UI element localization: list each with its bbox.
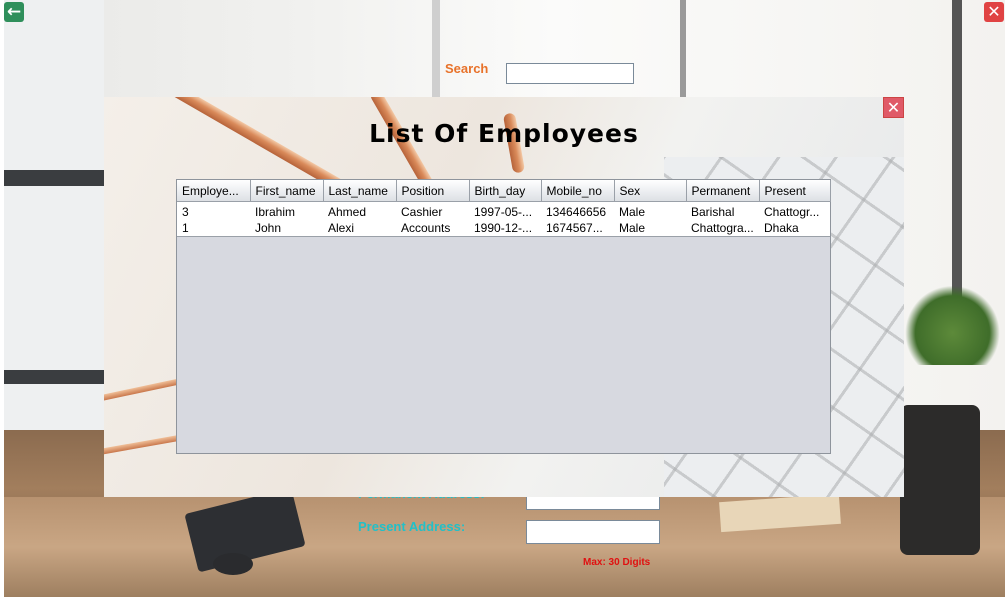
column-header-employee-id[interactable]: Employe...: [177, 180, 251, 202]
present-address-label: Present Address:: [358, 519, 466, 534]
cell-sex[interactable]: Male: [614, 201, 686, 220]
cell-first-name[interactable]: John: [250, 220, 323, 237]
cell-position[interactable]: Accounts: [396, 220, 469, 237]
cell-present[interactable]: Dhaka: [759, 220, 830, 237]
table-header-row: Employe... First_name Last_name Position…: [177, 180, 831, 202]
window-frame: [4, 170, 104, 186]
close-dialog-icon[interactable]: ✕: [883, 97, 904, 118]
cell-permanent[interactable]: Barishal: [686, 201, 759, 220]
dialog-title: List Of Employees: [369, 119, 639, 148]
column-header-present[interactable]: Present: [759, 180, 831, 202]
window-frame: [952, 0, 962, 300]
close-window-icon[interactable]: ✕: [984, 2, 1004, 22]
employee-list-dialog: List Of Employees ✕ Employe... First_nam…: [104, 97, 904, 497]
cell-employee-id[interactable]: 3: [177, 201, 250, 220]
cell-mobile-no[interactable]: 1674567...: [541, 220, 614, 237]
window-frame: [680, 0, 686, 100]
column-header-mobile-no[interactable]: Mobile_no: [541, 180, 615, 202]
cell-last-name[interactable]: Ahmed: [323, 201, 396, 220]
column-header-permanent[interactable]: Permanent: [686, 180, 760, 202]
column-header-last-name[interactable]: Last_name: [323, 180, 397, 202]
cell-employee-id[interactable]: 1: [177, 220, 250, 237]
desk-surface: [4, 497, 1005, 597]
cell-sex[interactable]: Male: [614, 220, 686, 237]
present-address-field[interactable]: [526, 520, 660, 544]
back-arrow-icon[interactable]: ←: [4, 2, 24, 22]
cell-last-name[interactable]: Alexi: [323, 220, 396, 237]
column-header-birth-day[interactable]: Birth_day: [469, 180, 542, 202]
employee-table[interactable]: Employe... First_name Last_name Position…: [176, 179, 831, 454]
column-header-sex[interactable]: Sex: [614, 180, 687, 202]
table-row[interactable]: 3 Ibrahim Ahmed Cashier 1997-05-... 1346…: [177, 201, 830, 220]
cell-position[interactable]: Cashier: [396, 201, 469, 220]
table-row[interactable]: 1 John Alexi Accounts 1990-12-... 167456…: [177, 220, 830, 237]
pen-photo: [104, 377, 184, 403]
cell-birth-day[interactable]: 1997-05-...: [469, 201, 541, 220]
window-frame: [432, 0, 440, 100]
plant-photo: [905, 285, 1000, 365]
cell-birth-day[interactable]: 1990-12-...: [469, 220, 541, 237]
search-input[interactable]: [506, 63, 634, 84]
pen-photo: [104, 434, 184, 456]
cell-mobile-no[interactable]: 134646656: [541, 201, 614, 220]
cell-permanent[interactable]: Chattogra...: [686, 220, 759, 237]
mouse-photo: [213, 553, 253, 575]
chair-photo: [900, 405, 980, 555]
search-label: Search: [445, 61, 489, 76]
window-frame: [4, 370, 104, 384]
max-digits-note: Max: 30 Digits: [583, 557, 651, 568]
window-pane-left: [4, 0, 104, 430]
column-header-position[interactable]: Position: [396, 180, 470, 202]
cell-present[interactable]: Chattogr...: [759, 201, 830, 220]
column-header-first-name[interactable]: First_name: [250, 180, 324, 202]
cell-first-name[interactable]: Ibrahim: [250, 201, 323, 220]
